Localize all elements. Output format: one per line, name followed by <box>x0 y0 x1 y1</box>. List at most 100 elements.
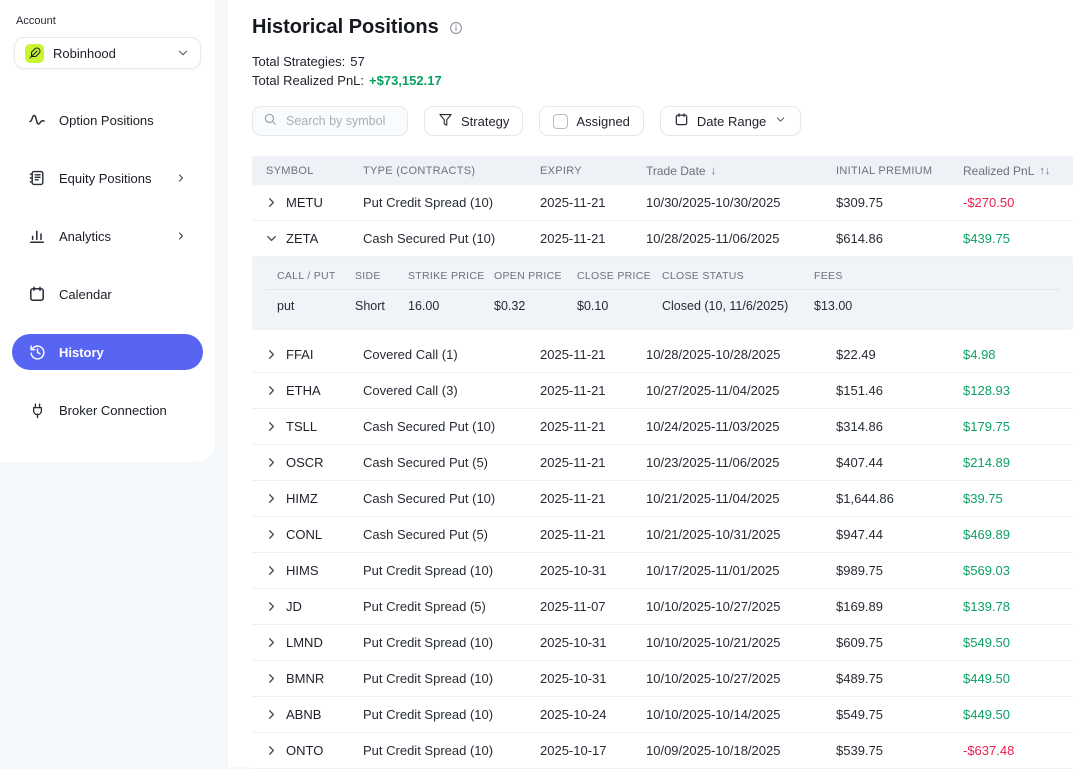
trade-date-cell: 10/09/2025-10/18/2025 <box>646 743 836 758</box>
date-range-button[interactable]: Date Range <box>660 106 801 136</box>
sidebar-item-equity-positions[interactable]: Equity Positions <box>12 160 203 196</box>
calendar-icon <box>28 285 46 303</box>
chevron-right-icon <box>175 172 187 184</box>
expiry-cell: 2025-10-31 <box>540 635 646 650</box>
symbol-cell: CONL <box>252 527 363 542</box>
symbol-text: ETHA <box>286 383 321 398</box>
table-row[interactable]: CONLCash Secured Put (5)2025-11-2110/21/… <box>252 517 1073 553</box>
sidebar-item-broker-connection[interactable]: Broker Connection <box>12 392 203 428</box>
table-row[interactable]: FFAICovered Call (1)2025-11-2110/28/2025… <box>252 337 1073 373</box>
expiry-cell: 2025-11-21 <box>540 231 646 246</box>
search-input[interactable] <box>284 113 396 129</box>
leg-fees-cell: $13.00 <box>814 299 1073 313</box>
leg-header-row: CALL / PUTSIDESTRIKE PRICEOPEN PRICECLOS… <box>252 263 1073 289</box>
trade-date-cell: 10/28/2025-10/28/2025 <box>646 347 836 362</box>
chevron-down-icon[interactable] <box>264 231 279 246</box>
chevron-right-icon[interactable] <box>264 743 279 758</box>
chevron-right-icon[interactable] <box>264 527 279 542</box>
symbol-search[interactable] <box>252 106 408 136</box>
table-row[interactable]: ZETACash Secured Put (10)2025-11-2110/28… <box>252 221 1073 257</box>
chevron-right-icon[interactable] <box>264 347 279 362</box>
page-header: Historical Positions <box>252 14 1073 40</box>
trade-date-cell: 10/17/2025-11/01/2025 <box>646 563 836 578</box>
expiry-cell: 2025-11-07 <box>540 599 646 614</box>
leg-side-cell: Short <box>355 299 408 313</box>
account-selector[interactable]: Robinhood <box>14 37 201 69</box>
chevron-right-icon[interactable] <box>264 635 279 650</box>
expiry-cell: 2025-11-21 <box>540 527 646 542</box>
strategy-filter-button[interactable]: Strategy <box>424 106 523 136</box>
expiry-cell: 2025-10-17 <box>540 743 646 758</box>
trade-date-cell: 10/21/2025-11/04/2025 <box>646 491 836 506</box>
table-row[interactable]: ABNBPut Credit Spread (10)2025-10-2410/1… <box>252 697 1073 733</box>
table-body: METUPut Credit Spread (10)2025-11-2110/3… <box>252 185 1073 769</box>
symbol-text: JD <box>286 599 302 614</box>
date-range-label: Date Range <box>697 114 766 129</box>
table-row[interactable]: OSCRCash Secured Put (5)2025-11-2110/23/… <box>252 445 1073 481</box>
chevron-down-icon <box>176 46 190 60</box>
positions-table: SYMBOL TYPE (CONTRACTS) EXPIRY Trade Dat… <box>252 156 1073 769</box>
header-realized-pnl[interactable]: Realized PnL ↑↓ <box>963 164 1073 178</box>
table-row[interactable]: ETHACovered Call (3)2025-11-2110/27/2025… <box>252 373 1073 409</box>
symbol-text: OSCR <box>286 455 324 470</box>
realized-pnl-cell: $549.50 <box>963 635 1073 650</box>
total-strategies-label: Total Strategies: <box>252 52 345 71</box>
expiry-cell: 2025-11-21 <box>540 383 646 398</box>
realized-pnl-cell: $4.98 <box>963 347 1073 362</box>
symbol-cell: ABNB <box>252 707 363 722</box>
table-row[interactable]: BMNRPut Credit Spread (10)2025-10-3110/1… <box>252 661 1073 697</box>
symbol-text: TSLL <box>286 419 317 434</box>
chevron-right-icon[interactable] <box>264 195 279 210</box>
info-icon[interactable] <box>449 21 463 35</box>
sidebar-item-calendar[interactable]: Calendar <box>12 276 203 312</box>
realized-pnl-cell: $179.75 <box>963 419 1073 434</box>
table-row[interactable]: ONTOPut Credit Spread (10)2025-10-1710/0… <box>252 733 1073 769</box>
sidebar-item-label: Option Positions <box>59 113 154 128</box>
bar-chart-icon <box>28 227 46 245</box>
header-trade-date[interactable]: Trade Date ↓ <box>646 164 836 178</box>
header-expiry: EXPIRY <box>540 165 646 177</box>
table-row[interactable]: HIMSPut Credit Spread (10)2025-10-3110/1… <box>252 553 1073 589</box>
sidebar-item-analytics[interactable]: Analytics <box>12 218 203 254</box>
main-content: Historical Positions Total Strategies: 5… <box>228 0 1073 767</box>
trade-date-cell: 10/24/2025-11/03/2025 <box>646 419 836 434</box>
realized-pnl-cell: $569.03 <box>963 563 1073 578</box>
realized-pnl-cell: -$637.48 <box>963 743 1073 758</box>
realized-pnl-cell: $449.50 <box>963 707 1073 722</box>
sidebar-item-history[interactable]: History <box>12 334 203 370</box>
chevron-right-icon[interactable] <box>264 419 279 434</box>
table-row[interactable]: TSLLCash Secured Put (10)2025-11-2110/24… <box>252 409 1073 445</box>
symbol-text: CONL <box>286 527 322 542</box>
type-cell: Put Credit Spread (10) <box>363 671 540 686</box>
table-row[interactable]: METUPut Credit Spread (10)2025-11-2110/3… <box>252 185 1073 221</box>
chevron-right-icon[interactable] <box>264 491 279 506</box>
table-row[interactable]: LMNDPut Credit Spread (10)2025-10-3110/1… <box>252 625 1073 661</box>
trade-date-cell: 10/27/2025-11/04/2025 <box>646 383 836 398</box>
realized-pnl-cell: $469.89 <box>963 527 1073 542</box>
expanded-leg-table: CALL / PUTSIDESTRIKE PRICEOPEN PRICECLOS… <box>252 257 1073 330</box>
assigned-checkbox[interactable] <box>553 114 568 129</box>
chevron-right-icon[interactable] <box>264 707 279 722</box>
realized-pnl-cell: $128.93 <box>963 383 1073 398</box>
strategy-filter-label: Strategy <box>461 114 509 129</box>
leg-header-cell: STRIKE PRICE <box>408 270 494 282</box>
chevron-right-icon[interactable] <box>264 455 279 470</box>
total-pnl-value: +$73,152.17 <box>369 71 442 90</box>
trade-date-cell: 10/30/2025-10/30/2025 <box>646 195 836 210</box>
initial-premium-cell: $549.75 <box>836 707 963 722</box>
initial-premium-cell: $614.86 <box>836 231 963 246</box>
chevron-right-icon[interactable] <box>264 563 279 578</box>
chevron-right-icon[interactable] <box>264 383 279 398</box>
chevron-right-icon[interactable] <box>264 671 279 686</box>
type-cell: Put Credit Spread (10) <box>363 707 540 722</box>
history-icon <box>28 343 46 361</box>
sidebar-item-option-positions[interactable]: Option Positions <box>12 102 203 138</box>
total-strategies-value: 57 <box>350 52 364 71</box>
chevron-right-icon[interactable] <box>264 599 279 614</box>
type-cell: Cash Secured Put (10) <box>363 419 540 434</box>
table-row[interactable]: HIMZCash Secured Put (10)2025-11-2110/21… <box>252 481 1073 517</box>
account-label: Account <box>0 0 215 27</box>
header-type: TYPE (CONTRACTS) <box>363 165 540 177</box>
assigned-filter-button[interactable]: Assigned <box>539 106 643 136</box>
table-row[interactable]: JDPut Credit Spread (5)2025-11-0710/10/2… <box>252 589 1073 625</box>
